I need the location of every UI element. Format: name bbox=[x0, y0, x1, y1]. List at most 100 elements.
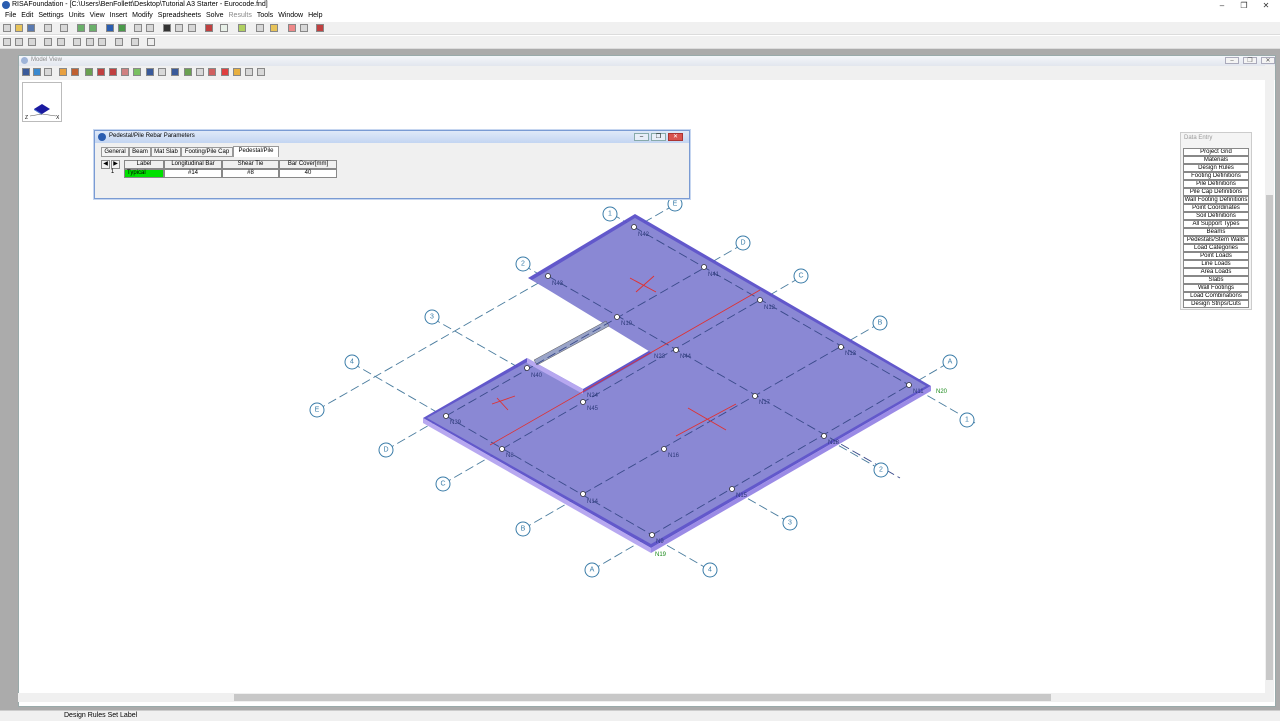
de-footing-definitions-button[interactable]: Footing Definitions bbox=[1183, 172, 1249, 180]
de-design-rules-button[interactable]: Design Rules bbox=[1183, 164, 1249, 172]
node-marker[interactable] bbox=[580, 399, 586, 405]
node-label: N17 bbox=[759, 400, 771, 406]
col-header-bar-cover[interactable]: Bar Cover[mm] bbox=[279, 160, 337, 169]
de-pile-cap-definitions-button[interactable]: Pile Cap Definitions bbox=[1183, 188, 1249, 196]
dialog-restore-button[interactable]: ❐ bbox=[651, 133, 666, 141]
de-design-strips-cuts-button[interactable]: Design Strips/Cuts bbox=[1183, 300, 1249, 308]
de-soil-definitions-button[interactable]: Soil Definitions bbox=[1183, 212, 1249, 220]
grid-bubble[interactable]: 3 bbox=[782, 515, 798, 531]
rebar-dialog-title: Pedestal/Pile Rebar Parameters bbox=[109, 133, 195, 139]
svg-text:1: 1 bbox=[608, 211, 612, 218]
de-pedestals-stem-walls-button[interactable]: Pedestals/Stem Walls bbox=[1183, 236, 1249, 244]
model-canvas[interactable]: N42 N43 N41 N10 N12 N13 N44 N23 N40 N24 … bbox=[0, 0, 1280, 720]
longitudinal-bar-cell[interactable]: #14 bbox=[164, 169, 222, 178]
tab-general[interactable]: General bbox=[101, 147, 129, 157]
node-marker[interactable] bbox=[821, 433, 827, 439]
horizontal-scroll-thumb[interactable] bbox=[234, 694, 1051, 701]
tab-beam[interactable]: Beam bbox=[129, 147, 151, 157]
grid-bubble[interactable]: 3 bbox=[424, 309, 440, 325]
tab-mat-slab[interactable]: Mat Slab bbox=[151, 147, 181, 157]
de-area-loads-button[interactable]: Area Loads bbox=[1183, 268, 1249, 276]
node-label: N15 bbox=[736, 493, 748, 499]
grid-bubble[interactable]: A bbox=[942, 354, 958, 370]
nav-next-button[interactable]: ▶ bbox=[111, 160, 120, 169]
de-all-support-types-button[interactable]: All Support Types bbox=[1183, 220, 1249, 228]
node-marker[interactable] bbox=[661, 446, 667, 452]
dialog-close-button[interactable]: ✕ bbox=[668, 133, 683, 141]
de-load-categories-button[interactable]: Load Categories bbox=[1183, 244, 1249, 252]
col-header-longitudinal-bar[interactable]: Longitudinal Bar bbox=[164, 160, 222, 169]
grid-bubble[interactable]: E bbox=[667, 196, 683, 212]
de-pile-definitions-button[interactable]: Pile Definitions bbox=[1183, 180, 1249, 188]
shear-tie-cell[interactable]: #8 bbox=[222, 169, 279, 178]
col-header-label[interactable]: Label bbox=[124, 160, 164, 169]
grid-bubble[interactable]: E bbox=[309, 402, 325, 418]
horizontal-scrollbar[interactable] bbox=[18, 693, 1274, 702]
node-label: N11 bbox=[913, 389, 924, 395]
node-label: N42 bbox=[638, 232, 650, 238]
node-label: N13 bbox=[845, 351, 857, 357]
svg-text:3: 3 bbox=[430, 314, 434, 321]
node-marker[interactable] bbox=[673, 347, 679, 353]
tab-pedestal-pile[interactable]: Pedestal/Pile bbox=[233, 146, 279, 157]
node-marker[interactable] bbox=[701, 264, 707, 270]
dialog-minimize-button[interactable]: – bbox=[634, 133, 649, 141]
grid-bubble[interactable]: B bbox=[515, 521, 531, 537]
node-marker[interactable] bbox=[631, 224, 637, 230]
de-load-combinations-button[interactable]: Load Combinations bbox=[1183, 292, 1249, 300]
mat-slab[interactable] bbox=[423, 214, 931, 553]
grid-bubble[interactable]: 2 bbox=[515, 256, 531, 272]
grid-bubble[interactable]: D bbox=[378, 442, 394, 458]
grid-bubble[interactable]: 2 bbox=[873, 462, 889, 478]
grid-bubble[interactable]: D bbox=[735, 235, 751, 251]
dialog-app-icon bbox=[98, 133, 106, 141]
vertical-scrollbar[interactable] bbox=[1265, 65, 1274, 693]
node-marker[interactable] bbox=[838, 344, 844, 350]
de-slabs-button[interactable]: Slabs bbox=[1183, 276, 1249, 284]
node-marker[interactable] bbox=[443, 413, 449, 419]
de-line-loads-button[interactable]: Line Loads bbox=[1183, 260, 1249, 268]
svg-text:D: D bbox=[383, 447, 388, 454]
grid-bubble[interactable]: 1 bbox=[602, 206, 618, 222]
grid-bubble[interactable]: 4 bbox=[702, 562, 718, 578]
node-marker[interactable] bbox=[757, 297, 763, 303]
grade-beam[interactable] bbox=[533, 320, 610, 366]
node-marker[interactable] bbox=[752, 393, 758, 399]
row-label-cell[interactable]: Typical bbox=[124, 169, 164, 178]
svg-text:A: A bbox=[948, 359, 953, 366]
vertical-scroll-thumb[interactable] bbox=[1266, 195, 1273, 680]
grid-bubble[interactable]: B bbox=[872, 315, 888, 331]
node-marker[interactable] bbox=[545, 273, 551, 279]
tab-footing-pile-cap[interactable]: Footing/Pile Cap bbox=[181, 147, 233, 157]
node-label: N44 bbox=[680, 354, 692, 360]
nav-prev-button[interactable]: ◀ bbox=[101, 160, 110, 169]
node-marker[interactable] bbox=[729, 486, 735, 492]
de-materials-button[interactable]: Materials bbox=[1183, 156, 1249, 164]
svg-text:1: 1 bbox=[965, 417, 969, 424]
rebar-dialog-title-bar[interactable]: Pedestal/Pile Rebar Parameters – ❐ ✕ bbox=[95, 131, 689, 143]
grid-bubble[interactable]: C bbox=[435, 476, 451, 492]
node-label: N43 bbox=[552, 281, 564, 287]
node-marker[interactable] bbox=[524, 365, 530, 371]
de-point-coordinates-button[interactable]: Point Coordinates bbox=[1183, 204, 1249, 212]
de-beams-button[interactable]: Beams bbox=[1183, 228, 1249, 236]
grid-bubble[interactable]: 1 bbox=[959, 412, 975, 428]
grid-bubble[interactable]: C bbox=[793, 268, 809, 284]
de-wall-footings-button[interactable]: Wall Footings bbox=[1183, 284, 1249, 292]
rebar-parameters-dialog[interactable]: Pedestal/Pile Rebar Parameters – ❐ ✕ Gen… bbox=[94, 130, 690, 199]
bar-cover-cell[interactable]: 40 bbox=[279, 169, 337, 178]
node-label: N24 bbox=[587, 393, 599, 399]
de-wall-footing-definitions-button[interactable]: Wall Footing Definitions bbox=[1183, 196, 1249, 204]
node-marker[interactable] bbox=[614, 314, 620, 320]
node-marker[interactable] bbox=[580, 491, 586, 497]
de-project-grid-button[interactable]: Project Grid bbox=[1183, 148, 1249, 156]
node-marker[interactable] bbox=[906, 382, 912, 388]
row-number: 1 bbox=[110, 169, 115, 175]
grid-bubble[interactable]: A bbox=[584, 562, 600, 578]
col-header-shear-tie[interactable]: Shear Tie bbox=[222, 160, 279, 169]
grid-bubble[interactable]: 4 bbox=[344, 354, 360, 370]
svg-text:3: 3 bbox=[788, 520, 792, 527]
node-marker[interactable] bbox=[499, 446, 505, 452]
de-point-loads-button[interactable]: Point Loads bbox=[1183, 252, 1249, 260]
node-marker[interactable] bbox=[649, 532, 655, 538]
